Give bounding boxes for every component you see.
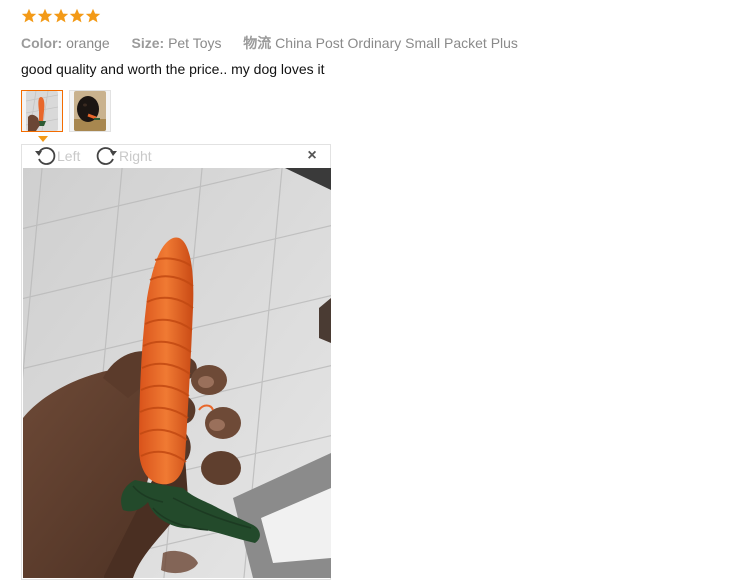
star-icon [53, 8, 69, 23]
image-viewer: Left Right × [21, 144, 331, 580]
dog-thumbnail-image [74, 91, 106, 131]
star-rating [21, 8, 101, 24]
review-text: good quality and worth the price.. my do… [21, 61, 325, 77]
shipping-label: 物流 [243, 35, 272, 51]
selected-thumbnail-caret [38, 136, 48, 142]
product-attributes: Color: orange Size: Pet Toys 物流 China Po… [21, 33, 518, 53]
star-icon [37, 8, 53, 23]
thumbnail-carrot-toy[interactable] [21, 90, 63, 132]
review-item: Color: orange Size: Pet Toys 物流 China Po… [0, 0, 741, 586]
size-label: Size: [131, 35, 165, 51]
rotate-right-button[interactable]: Right [95, 145, 152, 167]
review-thumbnails [21, 90, 111, 132]
rotate-left-label: Left [57, 148, 81, 164]
star-icon [69, 8, 85, 23]
viewer-toolbar: Left Right × [22, 145, 330, 167]
star-icon [85, 8, 101, 23]
rotate-left-icon [35, 147, 56, 165]
rotate-right-icon [96, 147, 117, 165]
color-label: Color: [21, 35, 63, 51]
rotate-left-button[interactable]: Left [33, 145, 80, 167]
review-photo [23, 168, 331, 578]
carrot-rope-toy-photo [23, 168, 331, 578]
star-icon [21, 8, 37, 23]
color-value: orange [66, 35, 110, 51]
shipping-value: China Post Ordinary Small Packet Plus [275, 35, 518, 51]
carrot-toy-thumbnail-image [26, 91, 58, 131]
size-value: Pet Toys [168, 35, 222, 51]
rotate-right-label: Right [119, 148, 152, 164]
thumbnail-dog[interactable] [69, 90, 111, 132]
close-viewer-icon[interactable]: × [305, 148, 319, 164]
